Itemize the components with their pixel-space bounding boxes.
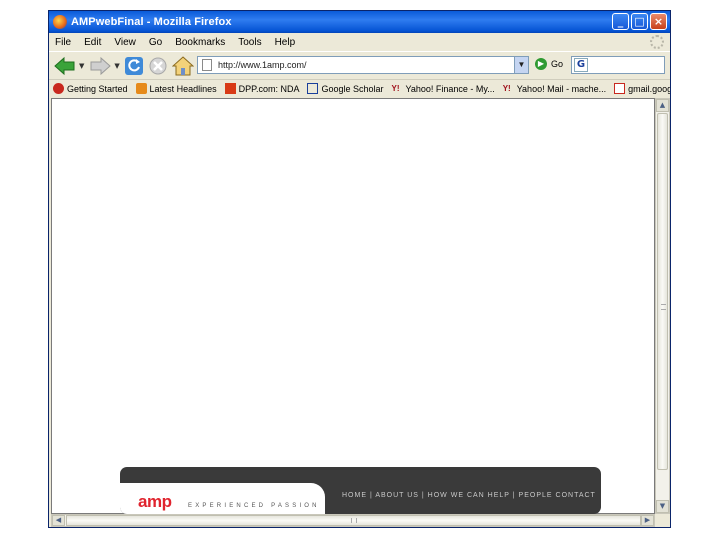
- bookmark-gmail[interactable]: gmail.google.com: [614, 83, 670, 94]
- bookmark-label: Yahoo! Mail - mache...: [516, 83, 607, 94]
- address-dropdown-icon[interactable]: ▼: [514, 57, 528, 73]
- menu-file[interactable]: File: [55, 37, 71, 48]
- back-history-arrow-icon[interactable]: ▼: [79, 62, 84, 70]
- bookmark-label: Getting Started: [67, 83, 128, 94]
- menu-bookmarks[interactable]: Bookmarks: [175, 37, 225, 48]
- firefox-icon: [53, 15, 67, 29]
- bookmark-yahoo-finance[interactable]: Y! Yahoo! Finance - My...: [392, 83, 495, 94]
- bookmark-label: Google Scholar: [321, 83, 384, 94]
- bookmark-label: Yahoo! Finance - My...: [405, 83, 495, 94]
- bookmark-latest-headlines[interactable]: Latest Headlines: [135, 83, 217, 94]
- home-icon: [171, 55, 194, 75]
- google-icon: [307, 83, 319, 94]
- page-content: amp EXPERIENCED PASSION HOME | ABOUT US …: [51, 98, 655, 514]
- logo-panel: amp EXPERIENCED PASSION: [120, 483, 325, 514]
- back-arrow-icon: [54, 56, 75, 75]
- menu-help[interactable]: Help: [275, 37, 296, 48]
- gmail-icon: [614, 83, 626, 94]
- site-tagline: EXPERIENCED PASSION: [188, 503, 320, 509]
- menu-bar: File Edit View Go Bookmarks Tools Help: [49, 33, 670, 51]
- yahoo-icon: Y!: [391, 84, 400, 93]
- address-bar[interactable]: http://www.1amp.com/ ▼: [197, 56, 529, 74]
- forward-arrow-icon: [90, 56, 112, 75]
- search-input[interactable]: G: [571, 56, 665, 74]
- reload-icon: [124, 56, 143, 75]
- browser-window: AMPwebFinal - Mozilla Firefox _ □ × File…: [48, 10, 671, 528]
- vertical-scroll-thumb[interactable]: [657, 113, 668, 470]
- google-search-icon[interactable]: G: [574, 58, 588, 72]
- bookmark-getting-started[interactable]: Getting Started: [53, 83, 128, 94]
- bookmark-google-scholar[interactable]: Google Scholar: [307, 83, 384, 94]
- page-icon: [202, 59, 212, 71]
- horizontal-scroll-thumb[interactable]: [66, 515, 641, 526]
- go-button[interactable]: ▶ Go: [535, 58, 563, 70]
- stop-button[interactable]: [148, 56, 168, 76]
- close-button[interactable]: ×: [650, 13, 667, 30]
- menu-edit[interactable]: Edit: [84, 37, 101, 48]
- forward-button[interactable]: [88, 56, 112, 76]
- bookmark-label: DPP.com: NDA: [238, 83, 300, 94]
- bookmark-dpp[interactable]: DPP.com: NDA: [224, 83, 300, 94]
- scroll-right-icon[interactable]: ▶: [641, 515, 654, 526]
- go-label: Go: [551, 59, 564, 69]
- stop-icon: [149, 57, 167, 74]
- maximize-button[interactable]: □: [631, 13, 648, 30]
- back-button[interactable]: [53, 56, 77, 76]
- scroll-down-icon[interactable]: ▼: [656, 500, 669, 513]
- amp-logo[interactable]: amp: [138, 492, 172, 512]
- bookmark-label: Latest Headlines: [149, 83, 217, 94]
- navigation-toolbar: ▼ ▼ http://www.1amp.com/ ▼ ▶ Go G: [49, 51, 670, 79]
- window-controls: _ □ ×: [612, 13, 667, 30]
- horizontal-scrollbar[interactable]: ◀ ▶: [51, 514, 655, 527]
- yahoo-icon: Y!: [502, 84, 511, 93]
- grip-icon: [351, 518, 357, 523]
- home-button[interactable]: [171, 55, 194, 76]
- throbber-icon: [650, 35, 664, 49]
- menu-tools[interactable]: Tools: [238, 37, 261, 48]
- site-navigation[interactable]: HOME | ABOUT US | HOW WE CAN HELP | PEOP…: [342, 492, 596, 499]
- bookmark-yahoo-mail[interactable]: Y! Yahoo! Mail - mache...: [503, 83, 606, 94]
- bookmark-label: gmail.google.com: [628, 83, 670, 94]
- rss-icon: [135, 83, 147, 94]
- window-title: AMPwebFinal - Mozilla Firefox: [71, 16, 232, 28]
- bookmarks-toolbar: Getting Started Latest Headlines DPP.com…: [49, 79, 670, 97]
- forward-history-arrow-icon[interactable]: ▼: [114, 62, 119, 70]
- vertical-scrollbar[interactable]: ▲ ▼: [655, 98, 670, 514]
- address-url[interactable]: http://www.1amp.com/: [218, 60, 307, 70]
- title-bar[interactable]: AMPwebFinal - Mozilla Firefox _ □ ×: [49, 11, 670, 33]
- go-arrow-icon: ▶: [535, 58, 547, 70]
- scroll-left-icon[interactable]: ◀: [52, 515, 65, 526]
- grip-icon: [661, 304, 666, 310]
- scroll-up-icon[interactable]: ▲: [656, 99, 669, 112]
- menu-view[interactable]: View: [114, 37, 136, 48]
- dpp-icon: [224, 83, 236, 94]
- reload-button[interactable]: [124, 56, 144, 76]
- minimize-button[interactable]: _: [612, 13, 629, 30]
- site-banner: amp EXPERIENCED PASSION HOME | ABOUT US …: [120, 467, 601, 514]
- menu-go[interactable]: Go: [149, 37, 162, 48]
- firefox-icon: [53, 83, 64, 94]
